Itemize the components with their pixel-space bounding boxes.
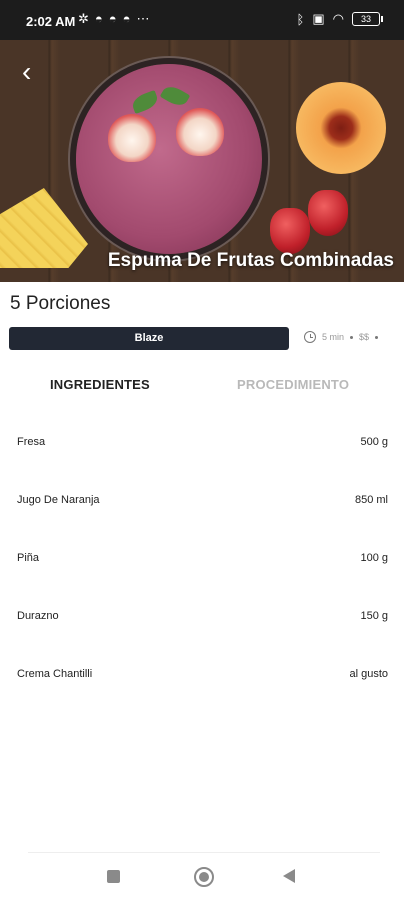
list-item: Piña 100 g (0, 536, 404, 594)
tab-ingredientes[interactable]: INGREDIENTES (50, 377, 150, 392)
ingredient-name: Piña (17, 552, 40, 564)
ingredient-quantity: 150 g (360, 610, 388, 622)
brand-tag-button[interactable]: Blaze (9, 327, 289, 350)
ingredient-name: Fresa (17, 436, 46, 448)
strawberry-image (308, 190, 348, 236)
bluetooth-icon: ᛒ (296, 11, 305, 27)
ingredient-quantity: al gusto (349, 668, 388, 680)
strawberry-image (270, 208, 310, 254)
recipe-hero-image: ‹ Espuma De Frutas Combinadas (0, 40, 404, 282)
system-icons: ᛒ ▣ ◠ 33 (296, 11, 383, 27)
system-nav-bar (0, 860, 404, 900)
nav-divider (28, 852, 380, 853)
ingredient-quantity: 500 g (360, 436, 388, 448)
nfc-icon: ▣ (312, 11, 325, 26)
separator-dot (350, 335, 354, 339)
notification-icons: ✲ ◓ ◓ ◓ ⋯ (78, 12, 149, 26)
recipe-meta: 5 min $$ (304, 331, 379, 343)
home-icon[interactable] (194, 867, 214, 887)
recipe-title: Espuma De Frutas Combinadas (107, 250, 394, 271)
prep-time: 5 min (322, 332, 345, 342)
list-item: Jugo De Naranja 850 ml (0, 478, 404, 536)
strawberry-slice (108, 114, 156, 162)
back-arrow-icon[interactable]: ‹ (22, 58, 31, 86)
ingredient-name: Durazno (17, 610, 59, 622)
price-level: $$ (359, 332, 370, 342)
ingredient-name: Jugo De Naranja (17, 494, 100, 506)
list-item: Durazno 150 g (0, 594, 404, 652)
separator-dot (375, 335, 379, 339)
list-item: Fresa 500 g (0, 420, 404, 478)
peach-image (296, 82, 386, 174)
mint-leaf (130, 90, 160, 114)
ingredient-list: Fresa 500 g Jugo De Naranja 850 ml Piña … (0, 420, 404, 710)
discord-icon: ◓ (94, 11, 103, 26)
more-dots-icon: ⋯ (136, 11, 150, 26)
tab-procedimiento[interactable]: PROCEDIMIENTO (237, 377, 349, 392)
ingredient-quantity: 850 ml (354, 494, 388, 506)
clock-icon (304, 331, 316, 343)
ingredient-name: Crema Chantilli (17, 668, 93, 680)
discord-icon: ◓ (122, 11, 131, 26)
mint-leaf (159, 82, 191, 110)
list-item: Crema Chantilli al gusto (0, 652, 404, 710)
pineapple-image (0, 188, 88, 268)
battery-icon: 33 (352, 12, 383, 26)
recents-icon[interactable] (107, 870, 120, 883)
wifi-icon: ◠ (332, 11, 344, 26)
back-triangle-icon[interactable] (283, 869, 295, 883)
status-time: 2:02 AM (26, 14, 76, 29)
servings-label: 5 Porciones (10, 293, 111, 314)
status-bar: 2:02 AM ✲ ◓ ◓ ◓ ⋯ ᛒ ▣ ◠ 33 (0, 0, 404, 40)
ingredient-quantity: 100 g (360, 552, 388, 564)
discord-icon: ◓ (108, 11, 117, 26)
smoothie-glass-image (76, 64, 262, 254)
strawberry-slice (176, 108, 224, 156)
battery-level: 33 (360, 14, 371, 24)
fan-icon: ✲ (78, 11, 89, 26)
